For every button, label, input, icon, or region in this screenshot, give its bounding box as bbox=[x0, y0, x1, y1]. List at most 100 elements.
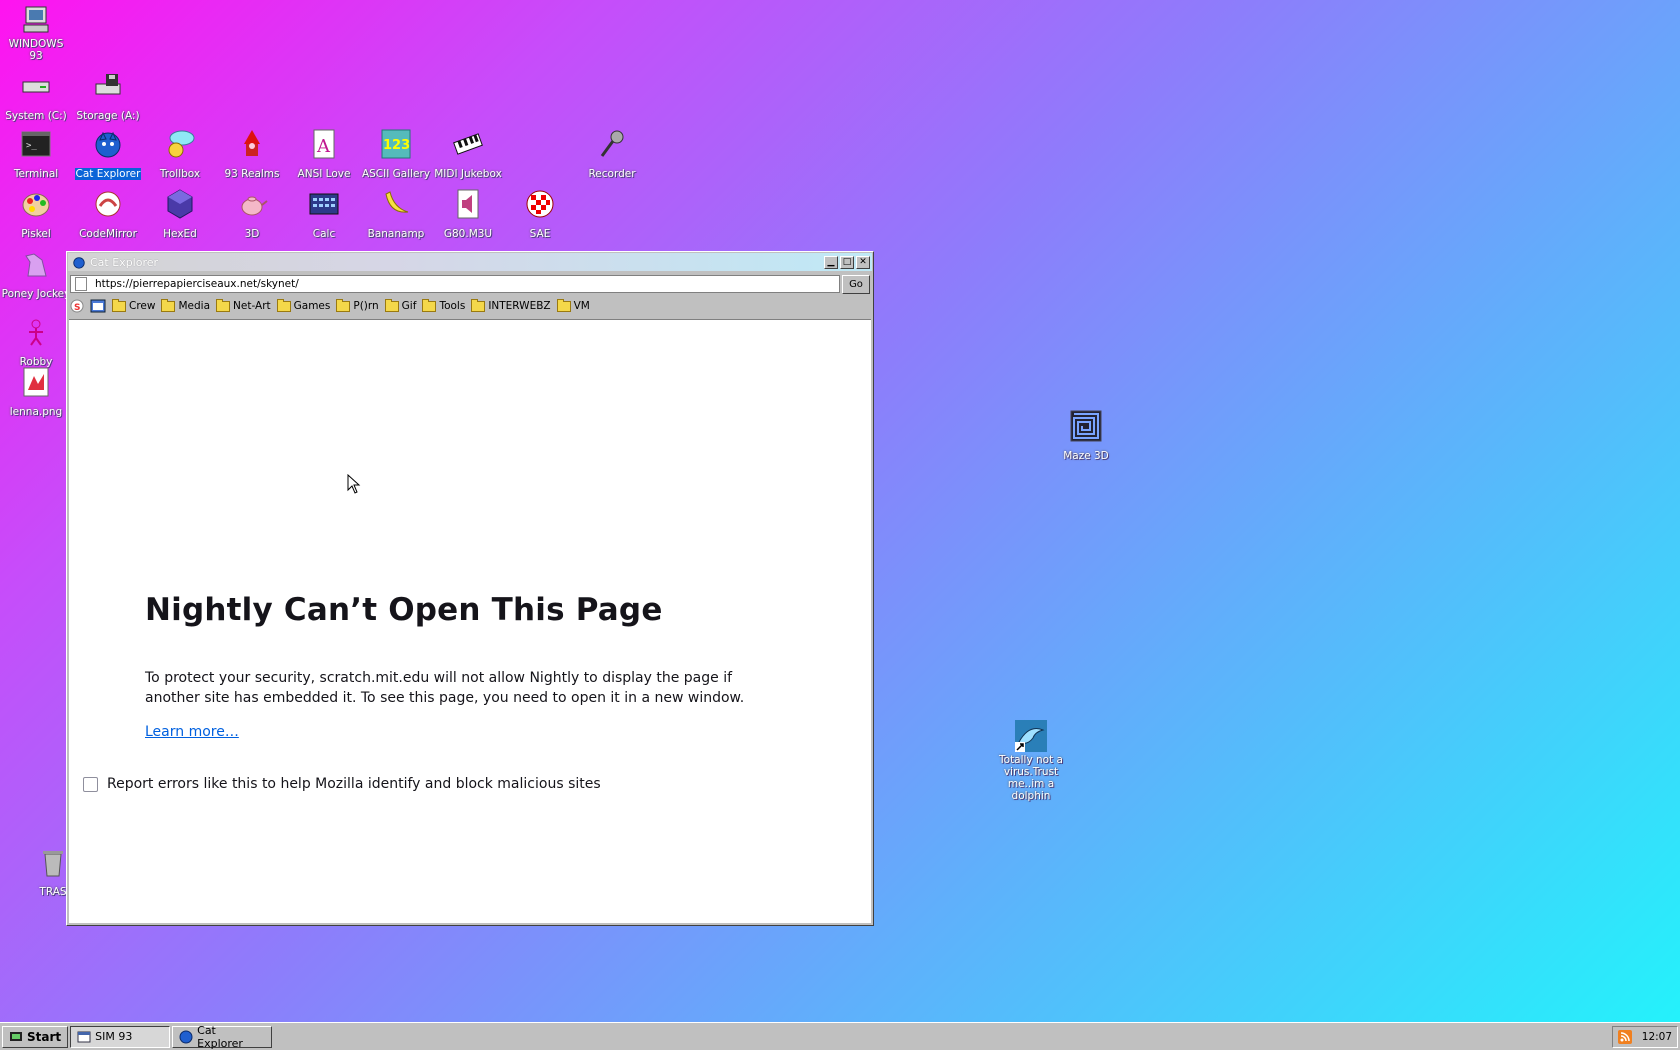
banana-icon bbox=[385, 191, 409, 213]
window-titlebar[interactable]: Cat Explorer ▁ □ ✕ bbox=[68, 253, 872, 271]
desktop-icon-label: TRAS bbox=[39, 886, 67, 898]
task-cat-explorer[interactable]: Cat Explorer bbox=[172, 1023, 273, 1050]
desktop-icon-midi-jukebox[interactable]: MIDI Jukebox bbox=[432, 128, 504, 181]
desktop-icon-robby[interactable]: Robby bbox=[0, 316, 72, 369]
maximize-icon: □ bbox=[842, 256, 852, 267]
desktop-icon-poney-jockey[interactable]: Poney Jockey bbox=[0, 248, 72, 301]
wizard-icon bbox=[244, 130, 260, 156]
bookmark-label: VM bbox=[573, 300, 590, 312]
desktop-icon-label: Totally not a virus.Trust me..im a dolph… bbox=[999, 754, 1063, 802]
desktop-icon-ascii-gallery[interactable]: 123 ASCII Gallery bbox=[360, 128, 432, 181]
bookmark-label: Games bbox=[293, 300, 331, 312]
minimize-icon: ▁ bbox=[827, 256, 835, 267]
report-errors-option[interactable]: Report errors like this to help Mozilla … bbox=[83, 776, 601, 792]
close-icon: ✕ bbox=[859, 256, 867, 267]
ansi-icon: A bbox=[313, 129, 335, 159]
maze-icon bbox=[1070, 410, 1102, 442]
piano-icon bbox=[453, 133, 483, 155]
bookmark-porn[interactable]: P()rn bbox=[336, 298, 379, 312]
desktop-icon-trollbox[interactable]: Trollbox bbox=[144, 128, 216, 181]
search-engine-icon[interactable]: S bbox=[70, 299, 84, 313]
desktop-icon-cat-explorer[interactable]: Cat Explorer bbox=[72, 128, 144, 181]
desktop-icon-label: 93 Realms bbox=[224, 168, 280, 180]
desktop-icon-sae[interactable]: SAE bbox=[504, 188, 576, 241]
learn-more-link[interactable]: Learn more… bbox=[145, 724, 239, 740]
desktop-icon-label: System (C:) bbox=[5, 110, 67, 122]
chat-icon bbox=[168, 130, 195, 158]
bookmark-vm[interactable]: VM bbox=[556, 298, 590, 312]
image-file-icon bbox=[23, 367, 49, 397]
desktop-icon-3d[interactable]: 3D bbox=[216, 188, 288, 241]
start-button[interactable]: Start bbox=[2, 1025, 69, 1048]
desktop-icon-label: Maze 3D bbox=[1063, 450, 1109, 462]
url-text: https://pierrepapierciseaux.net/skynet/ bbox=[95, 278, 299, 290]
clock[interactable]: 12:07 bbox=[1642, 1031, 1672, 1043]
desktop-icon-recorder[interactable]: Recorder bbox=[576, 128, 648, 181]
globe-cat-icon bbox=[73, 257, 85, 269]
folder-icon bbox=[384, 298, 399, 312]
computer-icon bbox=[23, 6, 49, 33]
desktop-icon-dolphin[interactable]: Totally not a virus.Trust me..im a dolph… bbox=[996, 720, 1066, 803]
app-window-icon bbox=[77, 1031, 91, 1042]
report-errors-label: Report errors like this to help Mozilla … bbox=[107, 776, 601, 792]
desktop-icon-codemirror[interactable]: CodeMirror bbox=[72, 188, 144, 241]
bookmark-label: INTERWEBZ bbox=[488, 300, 551, 312]
desktop-icon-piskel[interactable]: Piskel bbox=[0, 188, 72, 241]
window-icon[interactable] bbox=[90, 299, 106, 313]
bookmark-tools[interactable]: Tools bbox=[422, 298, 465, 312]
desktop-icon-calc[interactable]: Calc bbox=[288, 188, 360, 241]
folder-icon bbox=[556, 298, 571, 312]
desktop-icon-label: Piskel bbox=[21, 228, 51, 240]
folder-icon bbox=[471, 298, 486, 312]
desktop-icon-system-c[interactable]: System (C:) bbox=[0, 70, 72, 123]
pony-icon bbox=[25, 253, 47, 277]
bookmark-interwebz[interactable]: INTERWEBZ bbox=[471, 298, 551, 312]
bookmark-net-art[interactable]: Net-Art bbox=[216, 298, 271, 312]
desktop-icon-label: ASCII Gallery bbox=[361, 168, 431, 180]
folder-icon bbox=[216, 298, 231, 312]
bookmark-label: Gif bbox=[401, 300, 417, 312]
mouse-cursor-icon bbox=[347, 474, 361, 494]
desktop-icon-bananamp[interactable]: Bananamp bbox=[360, 188, 432, 241]
bookmark-gif[interactable]: Gif bbox=[384, 298, 417, 312]
desktop-icon-windows93[interactable]: WINDOWS 93 bbox=[0, 4, 72, 63]
folder-icon bbox=[161, 298, 176, 312]
desktop-icon-label: ANSI Love bbox=[297, 168, 351, 180]
task-label: SIM 93 bbox=[95, 1030, 133, 1043]
task-sim93[interactable]: SIM 93 bbox=[70, 1025, 171, 1048]
maximize-button[interactable]: □ bbox=[840, 255, 854, 269]
desktop-icon-maze3d[interactable]: Maze 3D bbox=[1050, 410, 1122, 463]
microphone-icon bbox=[600, 130, 624, 157]
desktop-icon-label: 3D bbox=[244, 228, 260, 240]
desktop-icon-hexed[interactable]: HexEd bbox=[144, 188, 216, 241]
desktop-icon-93realms[interactable]: 93 Realms bbox=[216, 128, 288, 181]
desktop-icon-terminal[interactable]: >_ Terminal bbox=[0, 128, 72, 181]
bookmarks-bar: S Crew Media Net-Art Games P()rn Gif Too… bbox=[70, 297, 870, 315]
rss-icon[interactable] bbox=[1617, 1030, 1632, 1044]
desktop-icon-g80m3u[interactable]: G80.M3U bbox=[432, 188, 504, 241]
bookmark-crew[interactable]: Crew bbox=[112, 298, 155, 312]
start-icon bbox=[10, 1031, 22, 1041]
close-button[interactable]: ✕ bbox=[856, 255, 870, 269]
desktop-icon-label: Calc bbox=[312, 228, 336, 240]
desktop-icon-label: SAE bbox=[529, 228, 551, 240]
system-tray: 12:07 bbox=[1612, 1026, 1678, 1048]
bookmark-games[interactable]: Games bbox=[276, 298, 331, 312]
desktop-icon-label: lenna.png bbox=[9, 406, 63, 418]
ascii-icon: 123 bbox=[381, 129, 411, 159]
task-label: Cat Explorer bbox=[197, 1023, 243, 1050]
audio-file-icon bbox=[457, 189, 479, 219]
minimize-button[interactable]: ▁ bbox=[824, 255, 838, 269]
url-field[interactable]: https://pierrepapierciseaux.net/skynet/ bbox=[70, 275, 840, 293]
report-errors-checkbox[interactable] bbox=[83, 776, 98, 792]
window-title: Cat Explorer bbox=[90, 255, 159, 269]
desktop-icon-storage-a[interactable]: Storage (A:) bbox=[72, 70, 144, 123]
go-button[interactable]: Go bbox=[842, 274, 870, 294]
desktop-icon-ansi-love[interactable]: A ANSI Love bbox=[288, 128, 360, 181]
bookmark-media[interactable]: Media bbox=[161, 298, 211, 312]
desktop-icon-lenna[interactable]: lenna.png bbox=[0, 366, 72, 419]
bookmark-label: Media bbox=[178, 300, 211, 312]
cat-explorer-window[interactable]: Cat Explorer ▁ □ ✕ https://pierrepapierc… bbox=[66, 251, 874, 926]
desktop-icon-label: Bananamp bbox=[367, 228, 425, 240]
drive-icon bbox=[22, 81, 50, 93]
